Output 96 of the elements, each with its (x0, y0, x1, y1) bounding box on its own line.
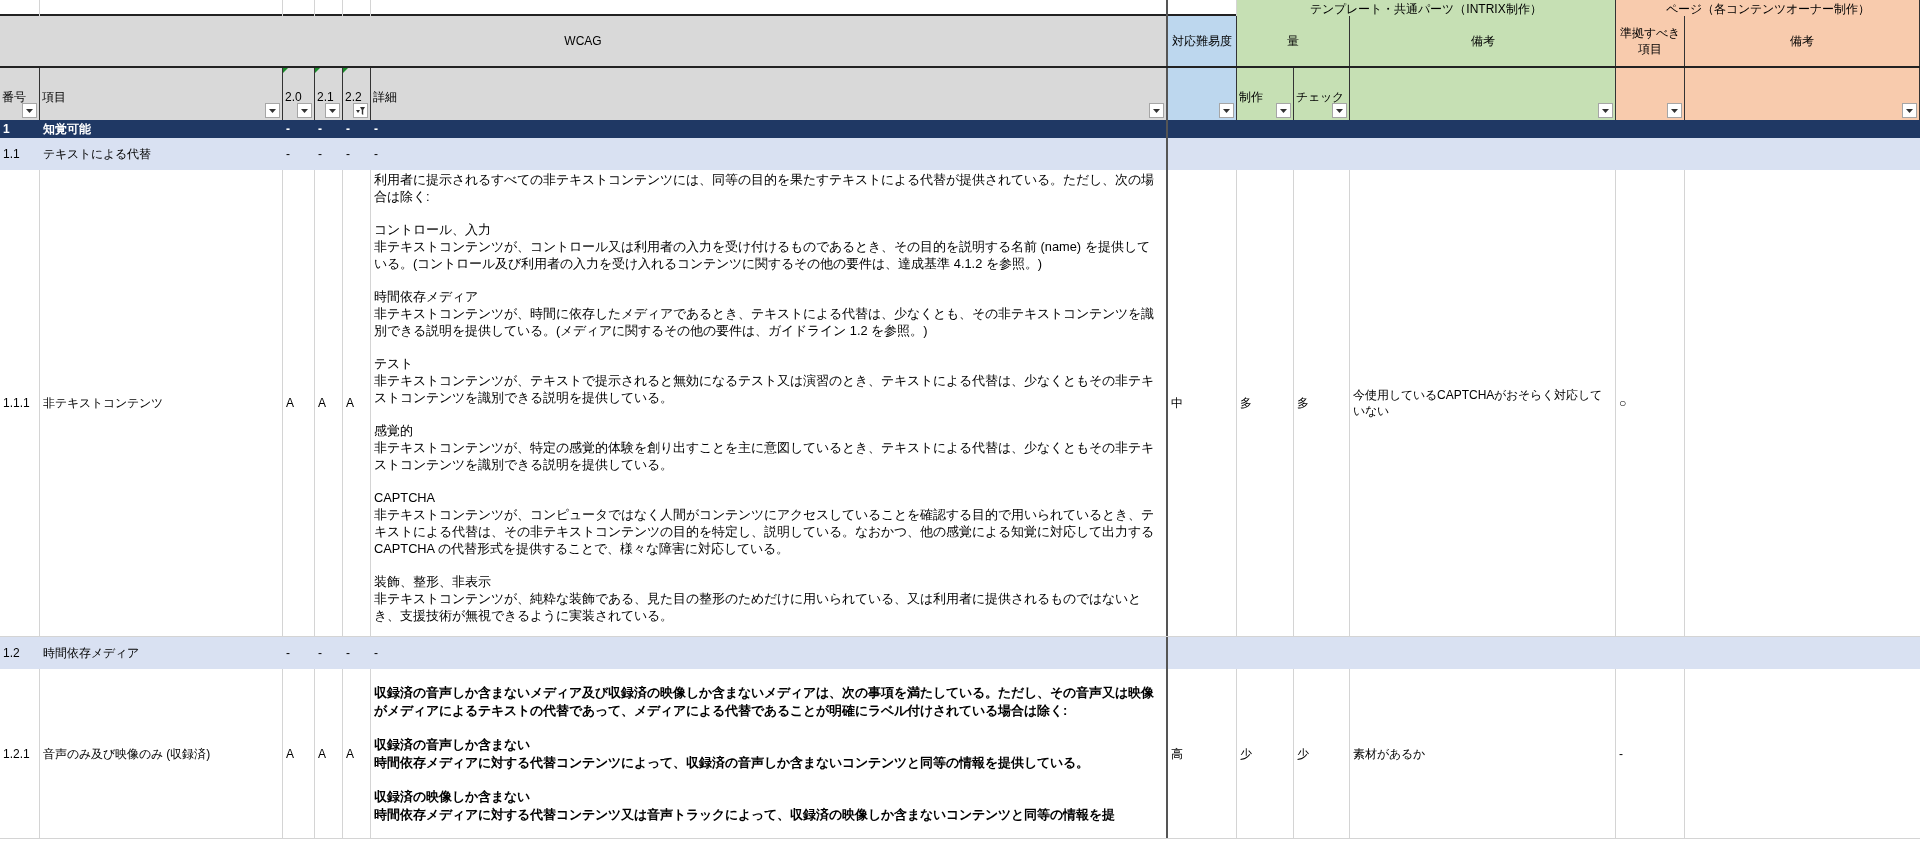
header-cell: 備考 (1685, 16, 1920, 66)
caret-icon (329, 108, 336, 113)
table-cell: A (343, 669, 371, 838)
caret-icon (269, 108, 276, 113)
filter-dropdown-button[interactable] (1598, 103, 1613, 118)
table-cell: 1.1.1 (0, 170, 40, 636)
filter-dropdown-button[interactable] (1332, 103, 1347, 118)
table-cell: 中 (1168, 170, 1237, 636)
table-cell: 非テキストコンテンツ (40, 170, 283, 636)
header-label: 2.1 (317, 90, 334, 104)
detail-heading: CAPTCHA (374, 489, 437, 506)
header-label: 項目 (42, 90, 66, 104)
detail-paragraph: 非テキストコンテンツが、特定の感覚的体験を創り出すことを主に意図しているとき、テキストによる代替は、少なくともその非テキストコンテンツを識別できる説明を提供している。 (374, 439, 1155, 473)
table-cell-text: - (345, 645, 351, 662)
table-cell: 多 (1237, 170, 1294, 636)
filter-dropdown-button[interactable] (22, 103, 37, 118)
filter-dropdown-button[interactable] (1219, 103, 1234, 118)
header-label: 番号 (2, 90, 26, 104)
table-cell-text: - (373, 146, 379, 163)
filter-dropdown-button[interactable] (1276, 103, 1291, 118)
detail-heading: 感覚的 (374, 422, 414, 439)
table-cell: A (343, 170, 371, 636)
table-cell-text: - (373, 645, 379, 662)
detail-heading: 収録済の音声しか含まない (374, 735, 531, 754)
filter-dropdown-button[interactable] (1667, 103, 1682, 118)
detail-paragraph: 収録済の音声しか含まないメディア及び収録済の映像しか含まないメディアは、次の事項を満たしている。ただし、その音声又は映像がメディアによるテキストの代替であって、メディアによる代替であることが明確にラベル付けされている場合は除く: (374, 683, 1155, 720)
caret-icon (1223, 108, 1230, 113)
table-cell: 1.2.1 (0, 669, 40, 838)
table-cell-text: 1.1 (2, 146, 21, 163)
table-cell: A (315, 669, 343, 838)
comment-marker-icon (315, 68, 320, 73)
table-cell: 少 (1237, 669, 1294, 838)
caret-icon (1602, 108, 1609, 113)
detail-paragraph: 非テキストコンテンツが、コントロール又は利用者の入力を受け付けるものであるとき、その目的を説明する名前 (name) を提供している。(コントロール及び利用者の入力を受け入れるコンテンツに関するその他の要件は、達成基準 4.1.2 を参照。) (374, 238, 1151, 272)
filter-dropdown-button[interactable] (1149, 103, 1164, 118)
table-cell-text: 時間依存メディア (42, 645, 140, 662)
table-cell: A (283, 669, 315, 838)
detail-paragraph: 非テキストコンテンツが、純粋な装飾である、見た目の整形のためだけに用いられている、又は利用者に提供されるものではないとき、支援技術が無視できるように実装されている。 (374, 590, 1142, 624)
header-label: チェック (1296, 90, 1344, 104)
table-cell-text: 1.2 (2, 645, 21, 662)
caret-icon (1336, 108, 1343, 113)
comment-marker-icon (343, 68, 348, 73)
table-cell-text: - (285, 121, 291, 138)
table-cell: 高 (1168, 669, 1237, 838)
table-cell: A (315, 170, 343, 636)
filter-dropdown-button[interactable] (1902, 103, 1917, 118)
table-cell-text: テキストによる代替 (42, 146, 152, 163)
caret-icon (1153, 108, 1160, 113)
detail-paragraph: 非テキストコンテンツが、テキストで提示されると無効になるテスト又は演習のとき、テキストによる代替は、少なくともその非テキストコンテンツを識別できる説明を提供している。 (374, 372, 1155, 406)
table-cell-text: - (317, 121, 323, 138)
detail-heading: 収録済の映像しか含まない (374, 787, 531, 806)
caret-icon (301, 108, 308, 113)
table-cell-text: - (373, 121, 379, 138)
header-cell: 準拠すべき項目 (1616, 16, 1685, 66)
table-cell-text: - (317, 645, 323, 662)
detail-heading: テスト (374, 355, 414, 372)
filter-dropdown-button[interactable] (297, 103, 312, 118)
header-cell: 量 (1237, 16, 1350, 66)
detail-paragraph: 時間依存メディアに対する代替コンテンツによって、収録済の音声しか含まないコンテンツと同等の情報を提供している。 (374, 753, 1090, 772)
header-label: 詳細 (373, 90, 397, 104)
caret-icon (26, 108, 33, 113)
filter-dropdown-button[interactable] (265, 103, 280, 118)
header-cell: 対応難易度 (1168, 16, 1237, 66)
header-cell: 備考 (1350, 16, 1616, 66)
table-cell: 素材があるか (1350, 669, 1616, 838)
table-cell: 多 (1294, 170, 1350, 636)
filter-dropdown-button[interactable] (325, 103, 340, 118)
table-cell-text: - (285, 146, 291, 163)
table-cell-text: 知覚可能 (42, 121, 92, 138)
table-cell-text: - (285, 645, 291, 662)
header-label: 制作 (1239, 90, 1263, 104)
table-cell: A (283, 170, 315, 636)
detail-heading: コントロール、入力 (374, 221, 492, 238)
caret-icon (1280, 108, 1287, 113)
detail-heading: 時間依存メディア (374, 288, 479, 305)
table-cell: - (1616, 669, 1685, 838)
table-cell: 少 (1294, 669, 1350, 838)
detail-paragraph: 時間依存メディアに対する代替コンテンツ又は音声トラックによって、収録済の映像しか含まないコンテンツと同等の情報を提 (374, 805, 1116, 824)
filter-icon (356, 106, 365, 115)
header-label: 2.0 (285, 90, 302, 104)
caret-icon (1906, 108, 1913, 113)
table-cell-text: - (345, 146, 351, 163)
filter-dropdown-button[interactable] (353, 103, 368, 118)
caret-icon (1671, 108, 1678, 113)
header-cell: WCAG (0, 16, 1168, 66)
table-cell-text: 1 (2, 121, 11, 138)
table-cell: 今使用しているCAPTCHAがおそらく対応していない (1350, 170, 1616, 636)
detail-paragraph: 非テキストコンテンツが、コンピュータではなく人間がコンテンツにアクセスしていることを確認する目的で用いられているとき、テキストによる代替は、その非テキストコンテンツの目的を特定し、説明している。なおかつ、他の感覚による知覚に対応して出力する CAPTCHA の代替形式を提供することで、様々な障害に対応している。 (374, 506, 1155, 557)
table-cell-text: - (345, 121, 351, 138)
detail-paragraph: 非テキストコンテンツが、時間に依存したメディアであるとき、テキストによる代替は、少なくとも、その非テキストコンテンツを識別できる説明を提供している。(メディアに関するその他の要件は、ガイドライン 1.2 を参照。) (374, 305, 1155, 339)
detail-paragraph: 利用者に提示されるすべての非テキストコンテンツには、同等の目的を果たすテキストによる代替が提供されている。ただし、次の場合は除く: (374, 171, 1155, 205)
table-cell-text: - (317, 146, 323, 163)
table-cell: 音声のみ及び映像のみ (収録済) (40, 669, 283, 838)
detail-heading: 装飾、整形、非表示 (374, 573, 492, 590)
header-label: 2.2 (345, 90, 362, 104)
comment-marker-icon (283, 68, 288, 73)
